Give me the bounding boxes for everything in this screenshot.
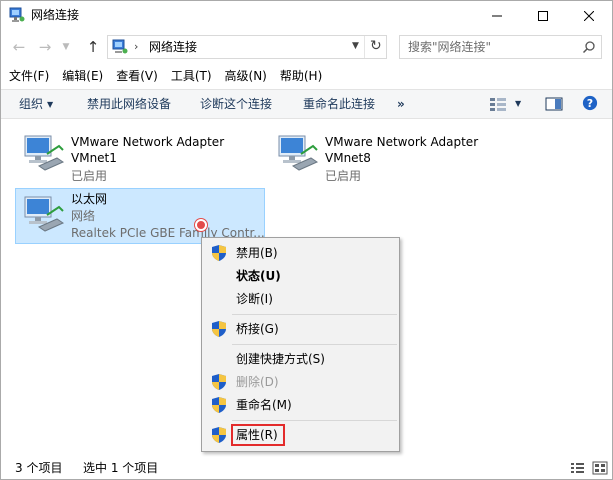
context-menu-rename[interactable]: 重命名(M) bbox=[204, 394, 397, 416]
chevron-down-icon: ▼ bbox=[47, 100, 54, 109]
help-icon[interactable]: ? bbox=[581, 95, 599, 111]
menu-edit[interactable]: 编辑(E) bbox=[57, 65, 108, 87]
back-button[interactable]: ← bbox=[9, 37, 29, 57]
command-bar: 组织 ▼ 禁用此网络设备 诊断这个连接 重命名此连接 » ▼ ? bbox=[1, 89, 612, 119]
cursor-marker bbox=[195, 219, 207, 231]
search-placeholder: 搜索"网络连接" bbox=[408, 40, 492, 54]
svg-text:?: ? bbox=[587, 97, 593, 110]
menu-tools[interactable]: 工具(T) bbox=[166, 65, 217, 87]
context-menu-label: 禁用(B) bbox=[236, 246, 278, 260]
arrow-right-icon: → bbox=[38, 38, 52, 56]
connection-network: 网络 bbox=[71, 209, 96, 223]
context-menu: 禁用(B) 状态(U) 诊断(I) 桥接(G) 创建快捷方式(S) 删除(D) … bbox=[201, 237, 400, 452]
forward-button[interactable]: → bbox=[35, 37, 55, 57]
context-menu-disable[interactable]: 禁用(B) bbox=[204, 242, 397, 264]
connection-item-vmnet1[interactable]: VMware Network Adapter VMnet1 已启用 bbox=[15, 126, 255, 184]
maximize-button[interactable] bbox=[520, 1, 566, 31]
close-icon bbox=[584, 11, 594, 21]
connection-name: 以太网 bbox=[71, 192, 108, 206]
view-options-dropdown-icon[interactable]: ▼ bbox=[515, 99, 533, 115]
network-adapter-icon bbox=[24, 135, 65, 171]
search-icon bbox=[582, 41, 595, 54]
context-menu-separator bbox=[232, 344, 397, 345]
connection-status: 已启用 bbox=[71, 169, 108, 183]
context-menu-diagnose[interactable]: 诊断(I) bbox=[204, 288, 397, 310]
context-menu-properties[interactable]: 属性(R) bbox=[204, 424, 397, 446]
uac-shield-icon bbox=[212, 374, 226, 390]
breadcrumb-separator-icon: › bbox=[134, 40, 139, 53]
title-bar[interactable]: 网络连接 bbox=[1, 1, 612, 31]
status-bar: 3 个项目 选中 1 个项目 bbox=[1, 457, 612, 479]
minimize-button[interactable] bbox=[474, 1, 520, 31]
connection-name: VMware Network Adapter bbox=[325, 135, 479, 149]
context-menu-create-shortcut[interactable]: 创建快捷方式(S) bbox=[204, 348, 397, 370]
address-dropdown-icon[interactable]: ▼ bbox=[352, 41, 359, 51]
context-menu-separator bbox=[232, 314, 397, 315]
context-menu-label: 桥接(G) bbox=[236, 322, 279, 336]
connection-device: VMnet8 bbox=[325, 151, 371, 165]
menu-view[interactable]: 查看(V) bbox=[111, 65, 163, 87]
menu-help[interactable]: 帮助(H) bbox=[275, 65, 327, 87]
chevron-down-icon: ▼ bbox=[62, 42, 70, 52]
recent-locations-button[interactable]: ▼ bbox=[59, 37, 73, 57]
address-divider bbox=[364, 36, 365, 58]
connection-item-ethernet[interactable]: 以太网 网络 Realtek PCIe GBE Family Contr... bbox=[15, 188, 265, 244]
up-button[interactable]: ↑ bbox=[83, 37, 103, 57]
address-bar[interactable]: › 网络连接 ▼ ↻ bbox=[107, 35, 387, 59]
search-input[interactable]: 搜索"网络连接" bbox=[399, 35, 602, 59]
connection-item-vmnet8[interactable]: VMware Network Adapter VMnet8 已启用 bbox=[269, 126, 509, 184]
menu-bar: 文件(F) 编辑(E) 查看(V) 工具(T) 高级(N) 帮助(H) bbox=[1, 65, 612, 87]
refresh-icon[interactable]: ↻ bbox=[370, 38, 382, 54]
breadcrumb-current[interactable]: 网络连接 bbox=[149, 40, 197, 54]
context-menu-separator bbox=[232, 420, 397, 421]
change-view-icon[interactable] bbox=[489, 96, 507, 112]
more-commands-button[interactable]: » bbox=[397, 96, 405, 112]
context-menu-label: 诊断(I) bbox=[236, 292, 273, 306]
connection-status: 已启用 bbox=[325, 169, 362, 183]
uac-shield-icon bbox=[212, 397, 226, 413]
context-menu-label: 状态(U) bbox=[236, 269, 281, 283]
context-menu-bridge[interactable]: 桥接(G) bbox=[204, 318, 397, 340]
close-button[interactable] bbox=[566, 1, 612, 31]
menu-advanced[interactable]: 高级(N) bbox=[220, 65, 272, 87]
arrow-up-icon: ↑ bbox=[86, 38, 100, 56]
context-menu-label: 重命名(M) bbox=[236, 398, 292, 412]
window-title: 网络连接 bbox=[31, 8, 80, 22]
menu-file[interactable]: 文件(F) bbox=[4, 65, 54, 87]
preview-pane-icon[interactable] bbox=[545, 96, 563, 112]
context-menu-label: 创建快捷方式(S) bbox=[236, 352, 325, 366]
network-adapter-icon bbox=[278, 135, 319, 171]
properties-highlight-box bbox=[231, 424, 285, 446]
network-connections-icon bbox=[9, 7, 25, 22]
connection-name: VMware Network Adapter bbox=[71, 135, 225, 149]
uac-shield-icon bbox=[212, 245, 226, 261]
selected-count: 选中 1 个项目 bbox=[83, 461, 159, 475]
uac-shield-icon bbox=[212, 321, 226, 337]
minimize-icon bbox=[492, 15, 502, 17]
organize-button[interactable]: 组织 ▼ bbox=[19, 96, 53, 113]
network-connections-icon bbox=[112, 39, 128, 54]
context-menu-delete: 删除(D) bbox=[204, 371, 397, 393]
arrow-left-icon: ← bbox=[12, 38, 26, 56]
maximize-icon bbox=[538, 11, 548, 21]
context-menu-label: 删除(D) bbox=[236, 375, 279, 389]
item-count: 3 个项目 bbox=[15, 461, 63, 475]
ethernet-adapter-icon bbox=[24, 196, 65, 232]
uac-shield-icon bbox=[212, 427, 226, 443]
disable-device-button[interactable]: 禁用此网络设备 bbox=[87, 96, 171, 112]
rename-connection-button[interactable]: 重命名此连接 bbox=[303, 96, 375, 112]
explorer-window: 网络连接 ← → ▼ ↑ › 网络连接 ▼ ↻ 搜索"网络连接" 文件(F) 编… bbox=[0, 0, 613, 480]
context-menu-status[interactable]: 状态(U) bbox=[204, 265, 397, 287]
organize-label: 组织 bbox=[19, 97, 44, 111]
connection-device: VMnet1 bbox=[71, 151, 117, 165]
view-toggle-icons[interactable] bbox=[569, 461, 609, 475]
address-row: ← → ▼ ↑ › 网络连接 ▼ ↻ 搜索"网络连接" bbox=[1, 31, 612, 63]
diagnose-connection-button[interactable]: 诊断这个连接 bbox=[200, 96, 272, 112]
